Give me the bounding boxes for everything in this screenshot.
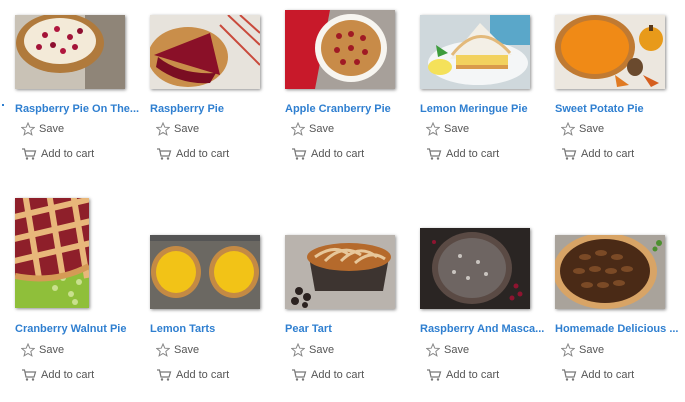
cart-icon [561,147,577,161]
dark-berry-pie-image [420,228,530,309]
save-button[interactable]: Save [426,122,469,136]
product-title-link[interactable]: Sweet Potato Pie [555,103,685,115]
cart-icon [426,368,442,382]
cart-icon [21,147,37,161]
star-icon [156,343,170,357]
lemon-tarts-image [150,235,260,309]
save-label: Save [444,123,470,135]
add-to-cart-label: Add to cart [176,369,230,381]
add-to-cart-label: Add to cart [446,369,500,381]
add-to-cart-label: Add to cart [311,148,365,160]
product-title-link[interactable]: Raspberry And Masca... [420,323,552,335]
cart-icon [156,368,172,382]
add-to-cart-button[interactable]: Add to cart [156,368,229,382]
save-button[interactable]: Save [156,122,199,136]
product-thumbnail[interactable] [150,235,260,309]
product-title-link[interactable]: Homemade Delicious ... [555,323,685,335]
add-to-cart-button[interactable]: Add to cart [21,147,94,161]
save-label: Save [309,344,335,356]
sweet-potato-pie-image [555,15,665,89]
product-thumbnail[interactable] [555,235,665,309]
add-to-cart-label: Add to cart [176,148,230,160]
add-to-cart-button[interactable]: Add to cart [561,147,634,161]
product-thumbnail[interactable] [285,235,395,309]
cart-icon [291,147,307,161]
star-icon [561,122,575,136]
product-title-link[interactable]: Raspberry Pie [150,103,282,115]
product-title-link[interactable]: Pear Tart [285,323,417,335]
star-icon [21,343,35,357]
star-icon [156,122,170,136]
cart-icon [426,147,442,161]
product-thumbnail[interactable] [285,10,395,89]
add-to-cart-label: Add to cart [311,369,365,381]
add-to-cart-button[interactable]: Add to cart [291,368,364,382]
product-title-link[interactable]: Raspberry Pie On The... [15,103,147,115]
cart-icon [291,368,307,382]
add-to-cart-button[interactable]: Add to cart [291,147,364,161]
product-title-link[interactable]: Cranberry Walnut Pie [15,323,147,335]
star-icon [291,343,305,357]
add-to-cart-label: Add to cart [41,369,95,381]
pecan-pie-image [555,235,665,309]
add-to-cart-button[interactable]: Add to cart [561,368,634,382]
cart-icon [21,368,37,382]
save-button[interactable]: Save [561,343,604,357]
save-button[interactable]: Save [21,122,64,136]
star-icon [21,122,35,136]
save-button[interactable]: Save [291,122,334,136]
product-thumbnail[interactable] [555,15,665,89]
save-label: Save [309,123,335,135]
add-to-cart-label: Add to cart [581,148,635,160]
add-to-cart-button[interactable]: Add to cart [426,147,499,161]
lemon-meringue-slice-image [420,15,530,89]
pear-tart-image [285,235,395,309]
product-title-link[interactable]: Lemon Meringue Pie [420,103,552,115]
star-icon [426,122,440,136]
add-to-cart-button[interactable]: Add to cart [21,368,94,382]
save-label: Save [444,344,470,356]
save-button[interactable]: Save [291,343,334,357]
star-icon [561,343,575,357]
add-to-cart-label: Add to cart [581,369,635,381]
star-icon [291,122,305,136]
product-title-link[interactable]: Apple Cranberry Pie [285,103,417,115]
product-thumbnail[interactable] [150,15,260,89]
product-thumbnail[interactable] [420,15,530,89]
product-title-link[interactable]: Lemon Tarts [150,323,282,335]
heart-lattice-pie-image [285,10,395,89]
add-to-cart-label: Add to cart [446,148,500,160]
cart-icon [561,368,577,382]
save-label: Save [579,344,605,356]
save-label: Save [174,123,200,135]
save-label: Save [39,344,65,356]
add-to-cart-label: Add to cart [41,148,95,160]
star-icon [426,343,440,357]
add-to-cart-button[interactable]: Add to cart [426,368,499,382]
cart-icon [156,147,172,161]
save-button[interactable]: Save [156,343,199,357]
raspberry-cream-pie-image [15,15,125,89]
save-label: Save [39,123,65,135]
save-label: Save [174,344,200,356]
raspberry-pie-slice-image [150,15,260,89]
lattice-pie-image [15,198,89,308]
add-to-cart-button[interactable]: Add to cart [156,147,229,161]
save-button[interactable]: Save [21,343,64,357]
lead-dot [2,104,4,106]
save-button[interactable]: Save [561,122,604,136]
product-thumbnail[interactable] [15,15,125,89]
product-thumbnail[interactable] [420,228,530,309]
product-thumbnail[interactable] [15,198,89,308]
save-label: Save [579,123,605,135]
save-button[interactable]: Save [426,343,469,357]
